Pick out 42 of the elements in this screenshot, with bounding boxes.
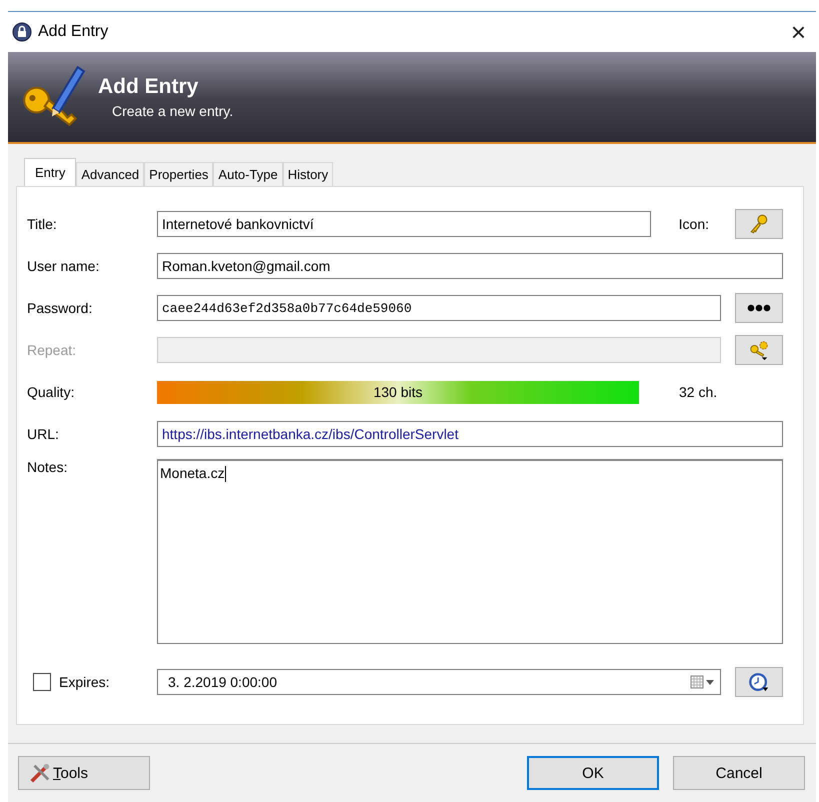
tools-button[interactable]: Tools	[18, 756, 150, 790]
username-field[interactable]: Roman.kveton@gmail.com	[157, 253, 783, 279]
length-reading: 32 ch.	[679, 384, 718, 400]
show-password-button[interactable]	[735, 293, 783, 323]
field-label: Password:	[27, 300, 94, 316]
field-label: URL:	[27, 426, 60, 442]
window-title: Add Entry	[38, 23, 110, 41]
icon-picker-button[interactable]	[735, 209, 783, 239]
field-label: Notes:	[27, 459, 68, 475]
title-field[interactable]: Internetové bankovnictví	[157, 211, 651, 237]
url-field[interactable]: https://ibs.internetbanka.cz/ibs/ControllerServlet	[157, 421, 783, 447]
tools-icon	[29, 762, 51, 784]
quality-reading: 130 bits	[373, 384, 423, 400]
field-label: Icon:	[678, 216, 709, 232]
expiry-date-field[interactable]: 3. 2.2019 0:00:00	[157, 669, 721, 695]
clock-icon	[748, 671, 770, 693]
ok-button[interactable]: OK	[527, 756, 659, 790]
field-label: Title:	[27, 216, 58, 232]
banner-title: Add Entry	[98, 75, 200, 99]
tab[interactable]: History	[282, 162, 334, 186]
calendar-dropdown-icon[interactable]	[690, 675, 716, 689]
checkbox-label: Expires:	[59, 674, 110, 690]
expiry-preset-button[interactable]	[735, 667, 783, 697]
field-label: Quality:	[27, 384, 76, 400]
expires-checkbox[interactable]	[33, 673, 51, 691]
date-value: 3. 2.2019 0:00:00	[168, 674, 277, 690]
generate-password-button[interactable]	[735, 335, 783, 365]
tab[interactable]: Entry	[24, 158, 76, 186]
dots-icon	[747, 304, 771, 312]
close-button[interactable]: ×	[784, 19, 812, 45]
key-icon	[748, 213, 770, 235]
key-gear-icon	[748, 339, 770, 361]
tab[interactable]: Auto-Type	[213, 162, 283, 186]
field-label: Repeat:	[27, 342, 78, 358]
banner-subtitle: Create a new entry.	[112, 103, 234, 119]
cancel-button[interactable]: Cancel	[673, 756, 805, 790]
lock-icon	[12, 22, 32, 42]
field-label: User name:	[27, 258, 100, 274]
tab[interactable]: Advanced	[76, 162, 144, 186]
notes-field[interactable]: Moneta.cz	[157, 459, 783, 644]
password-field[interactable]: caee244d63ef2d358a0b77c64de59060	[157, 295, 721, 321]
tab[interactable]: Properties	[144, 162, 214, 186]
